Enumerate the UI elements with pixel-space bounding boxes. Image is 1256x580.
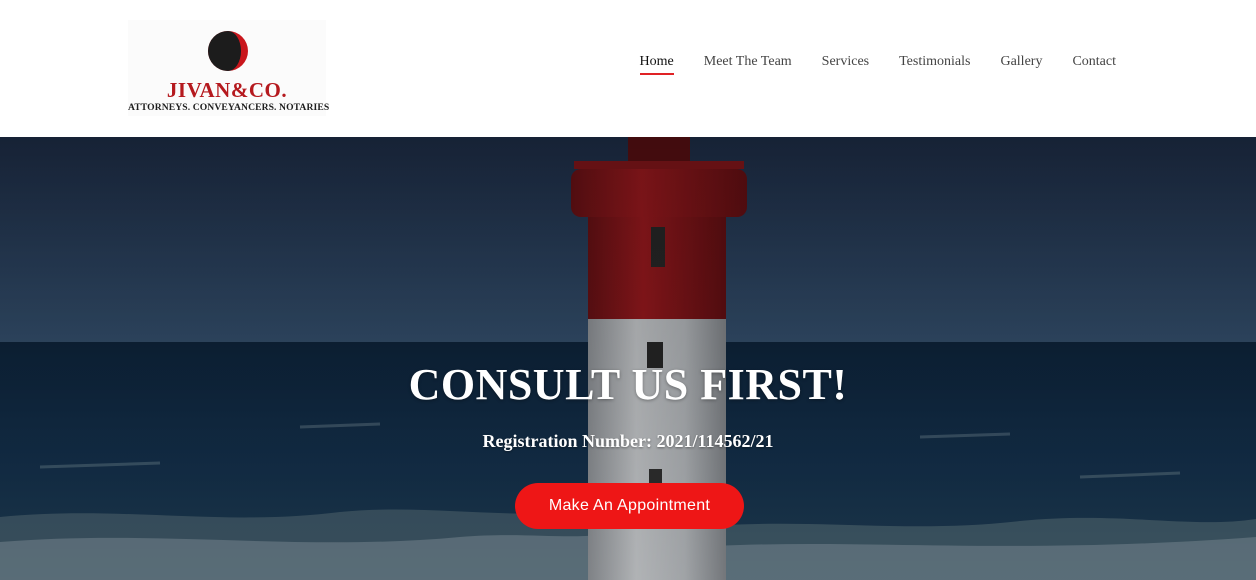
brand-name: JIVAN&CO. <box>166 78 288 102</box>
main-navigation: Home Meet The Team Services Testimonials… <box>625 54 1131 76</box>
nav-item-label: Testimonials <box>899 54 971 69</box>
active-indicator <box>639 73 674 75</box>
nav-item-label: Meet The Team <box>703 54 792 69</box>
split-circle-logo-icon <box>208 31 248 71</box>
hero-title: CONSULT US FIRST! <box>408 360 848 409</box>
make-appointment-button[interactable]: Make An Appointment <box>515 483 744 529</box>
brand-logo[interactable]: JIVAN&CO. ATTORNEYS. CONVEYANCERS. NOTAR… <box>128 20 330 116</box>
nav-item-home[interactable]: Home <box>625 54 689 76</box>
nav-item-label: Contact <box>1072 54 1116 69</box>
nav-item-label: Gallery <box>1000 54 1043 69</box>
nav-item-testimonials[interactable]: Testimonials <box>884 54 985 76</box>
brand-tagline: ATTORNEYS. CONVEYANCERS. NOTARIES <box>128 102 330 113</box>
nav-item-gallery[interactable]: Gallery <box>985 54 1057 76</box>
nav-item-label: Services <box>821 54 870 69</box>
nav-item-label: Home <box>639 54 674 69</box>
site-header: JIVAN&CO. ATTORNEYS. CONVEYANCERS. NOTAR… <box>0 0 1256 137</box>
registration-number: Registration Number: 2021/114562/21 <box>482 431 774 451</box>
nav-item-services[interactable]: Services <box>807 54 884 76</box>
nav-item-contact[interactable]: Contact <box>1057 54 1131 76</box>
hero-banner: CONSULT US FIRST! Registration Number: 2… <box>0 137 1256 580</box>
nav-item-meet-the-team[interactable]: Meet The Team <box>689 54 807 76</box>
